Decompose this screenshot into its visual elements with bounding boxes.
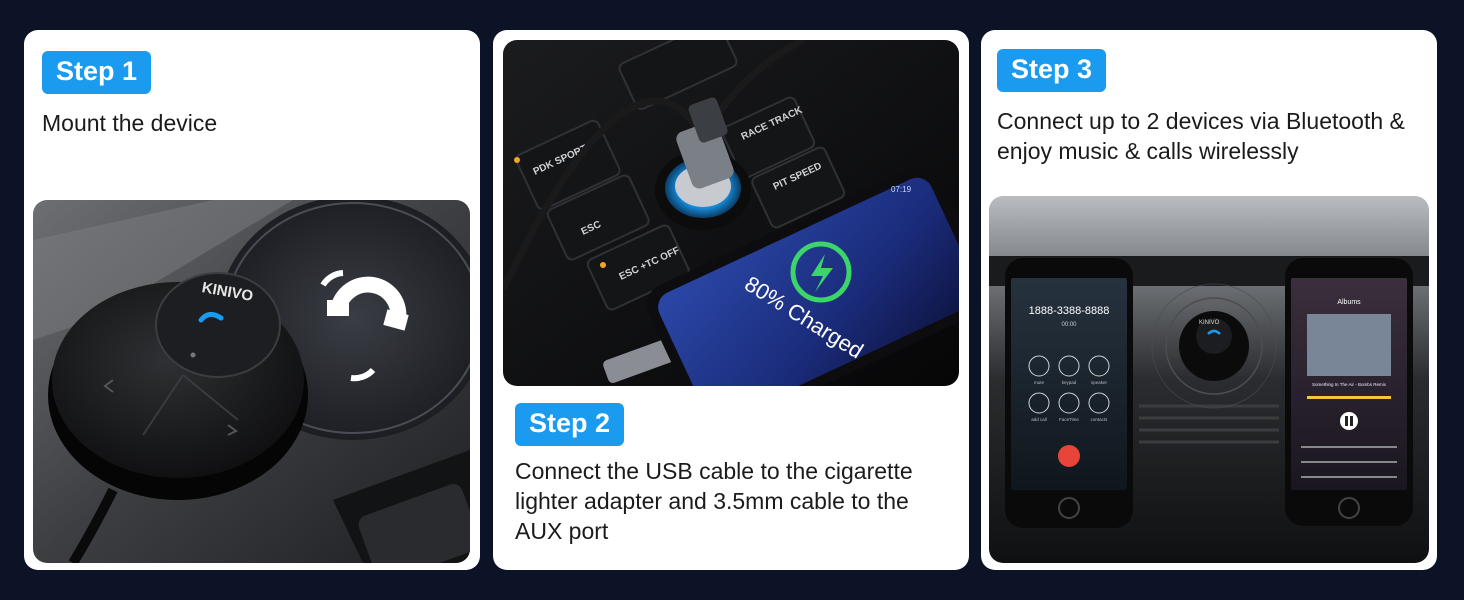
key-contacts: contacts [1091, 417, 1109, 422]
step-2-card: PDK SPORT ESC ESC +TC OFF RACE TRACK PIT… [493, 30, 969, 570]
key-speaker: speaker [1091, 380, 1108, 385]
device-brand-logo-small: KINIVO [1199, 320, 1220, 326]
step-2-description: Connect the USB cable to the cigarette l… [515, 458, 913, 544]
step-2-photo: PDK SPORT ESC ESC +TC OFF RACE TRACK PIT… [503, 40, 959, 386]
step-1-card: Step 1 Mount the device KINIVO [24, 30, 480, 570]
key-add-call: add call [1031, 417, 1047, 422]
key-facetime: FaceTime [1059, 417, 1079, 422]
music-header: Albums [1337, 299, 1361, 306]
step-2-badge: Step 2 [515, 403, 625, 446]
key-mute: mute [1034, 380, 1045, 385]
right-phone: Albums Something In The Air - Bombs Remi… [1285, 258, 1413, 526]
step-1-photo: KINIVO [33, 200, 470, 563]
now-playing: Something In The Air - Bombs Remix [1312, 382, 1387, 387]
step-1-description: Mount the device [42, 110, 218, 136]
step-3-photo: KINIVO 1888-3388-8888 00:00 mute keypad [989, 196, 1429, 563]
key-keypad: keypad [1062, 380, 1077, 385]
end-call-icon [1058, 445, 1080, 467]
call-number: 1888-3388-8888 [1029, 305, 1110, 317]
step-3-badge: Step 3 [997, 49, 1107, 92]
step-3-description: Connect up to 2 devices via Bluetooth & … [997, 108, 1405, 164]
phone-time: 07:19 [891, 185, 912, 194]
step-3-card: Step 3 Connect up to 2 devices via Bluet… [981, 30, 1437, 570]
call-timer: 00:00 [1061, 322, 1077, 328]
left-phone: 1888-3388-8888 00:00 mute keypad speaker… [1005, 258, 1133, 528]
step-1-badge: Step 1 [42, 51, 152, 94]
